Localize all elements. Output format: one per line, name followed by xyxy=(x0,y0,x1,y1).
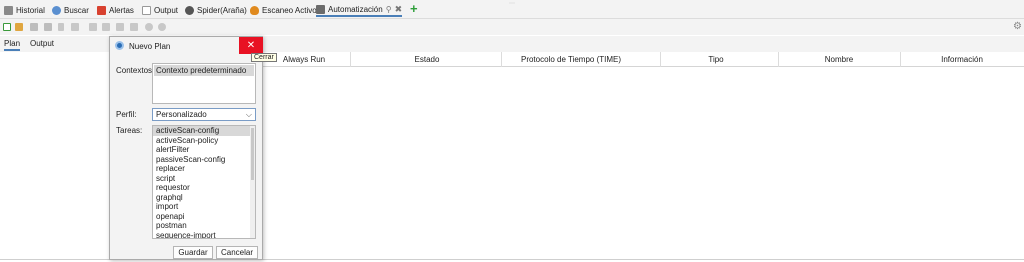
list-item[interactable]: alertFilter xyxy=(153,145,255,155)
scrollbar-thumb[interactable] xyxy=(251,128,254,180)
list-item[interactable]: graphql xyxy=(153,193,255,203)
tab-label: Escaneo Activo xyxy=(262,5,317,15)
column-divider[interactable] xyxy=(900,52,901,67)
column-header[interactable]: Protocolo de Tiempo (TIME) xyxy=(521,55,621,64)
profile-select[interactable]: Personalizado ⌵ xyxy=(152,108,256,121)
list-item[interactable]: postman xyxy=(153,221,255,231)
open-plan-icon[interactable] xyxy=(15,23,23,31)
drag-grip[interactable]: ⋯ xyxy=(509,0,515,7)
flag-icon xyxy=(97,5,106,15)
tasks-list[interactable]: activeScan-config activeScan-policy aler… xyxy=(152,125,256,239)
jobs-table-header: Always Run Estado Protocolo de Tiempo (T… xyxy=(262,52,1024,67)
list-item[interactable]: activeScan-policy xyxy=(153,136,255,146)
list-item[interactable]: sequence-import xyxy=(153,231,255,239)
list-item[interactable]: requestor xyxy=(153,183,255,193)
tab-output[interactable]: Output xyxy=(142,3,178,17)
gear-icon[interactable]: ⚙ xyxy=(1013,21,1022,32)
list-item[interactable]: replacer xyxy=(153,164,255,174)
robot-icon xyxy=(316,4,325,14)
list-item[interactable]: openapi xyxy=(153,212,255,222)
tab-label: Buscar xyxy=(64,5,89,15)
subtab-plan[interactable]: Plan xyxy=(4,39,21,51)
automation-window: ⋯ Historial Buscar Alertas Output Spider… xyxy=(0,0,1024,262)
list-item[interactable]: activeScan-config xyxy=(153,126,255,136)
save-icon[interactable] xyxy=(30,23,38,31)
fire-icon xyxy=(250,5,259,15)
move-down-icon[interactable] xyxy=(158,23,166,31)
column-header[interactable]: Información xyxy=(941,55,983,64)
contexts-label: Contextos: xyxy=(116,66,155,75)
column-header[interactable]: Always Run xyxy=(283,55,325,64)
tab-automatizacion[interactable]: Automatización ⚲ ✖ xyxy=(316,3,403,17)
contexts-list[interactable]: Contexto predeterminado xyxy=(152,63,256,104)
dialog-title: Nuevo Plan xyxy=(129,42,171,51)
save-as-icon[interactable] xyxy=(44,23,52,31)
tab-historial[interactable]: Historial xyxy=(4,3,45,17)
add-tab-icon[interactable]: + xyxy=(410,1,418,16)
tasks-label: Tareas: xyxy=(116,126,143,135)
tab-label: Spider(Araña) xyxy=(197,5,247,15)
tab-buscar[interactable]: Buscar xyxy=(52,3,89,17)
save-button[interactable]: Guardar xyxy=(173,246,213,259)
close-tab-icon[interactable]: ✖ xyxy=(395,4,403,15)
column-divider[interactable] xyxy=(660,52,661,67)
edit-job-icon[interactable] xyxy=(116,23,124,31)
history-icon xyxy=(4,5,13,15)
tab-alertas[interactable]: Alertas xyxy=(97,3,134,17)
list-item[interactable]: passiveScan-config xyxy=(153,155,255,165)
add-test-icon[interactable] xyxy=(130,23,138,31)
profile-value: Personalizado xyxy=(156,110,207,119)
column-divider[interactable] xyxy=(501,52,502,67)
output-icon xyxy=(142,5,151,15)
tab-escaneo-activo[interactable]: Escaneo Activo xyxy=(250,3,317,17)
profile-label: Perfil: xyxy=(116,110,137,119)
plan-toolbar: ⚙ xyxy=(0,19,1024,35)
tab-label: Alertas xyxy=(109,5,134,15)
column-header[interactable]: Tipo xyxy=(708,55,723,64)
list-item[interactable]: Contexto predeterminado xyxy=(154,65,254,76)
cancel-button[interactable]: Cancelar xyxy=(216,246,258,259)
column-header[interactable]: Nombre xyxy=(825,55,853,64)
column-divider[interactable] xyxy=(350,52,351,67)
chevron-down-icon: ⌵ xyxy=(245,110,252,119)
subtab-output[interactable]: Output xyxy=(30,39,54,48)
pin-icon[interactable]: ⚲ xyxy=(386,5,392,14)
tab-label: Historial xyxy=(16,5,45,15)
stop-icon[interactable] xyxy=(71,23,79,31)
close-button[interactable]: ✕ xyxy=(239,37,263,54)
search-icon xyxy=(52,5,61,15)
list-item[interactable]: import xyxy=(153,202,255,212)
column-header[interactable]: Estado xyxy=(415,55,440,64)
move-up-icon[interactable] xyxy=(145,23,153,31)
tab-label: Automatización xyxy=(328,4,383,14)
remove-job-icon[interactable] xyxy=(102,23,110,31)
list-item[interactable]: script xyxy=(153,174,255,184)
run-icon[interactable] xyxy=(58,23,64,31)
close-tooltip: Cerrar xyxy=(251,53,277,62)
add-job-icon[interactable] xyxy=(89,23,97,31)
tab-label: Output xyxy=(154,5,179,15)
app-logo-icon xyxy=(115,41,124,50)
tab-spider[interactable]: Spider(Araña) xyxy=(185,3,247,17)
column-divider[interactable] xyxy=(778,52,779,67)
spider-icon xyxy=(185,5,194,15)
dialog-title-bar[interactable]: Nuevo Plan ✕ xyxy=(110,37,263,55)
new-plan-icon[interactable] xyxy=(3,23,11,31)
tasks-scrollbar[interactable] xyxy=(250,126,255,238)
new-plan-dialog: Nuevo Plan ✕ Contextos: Contexto predete… xyxy=(109,36,263,260)
main-tab-bar: ⋯ Historial Buscar Alertas Output Spider… xyxy=(0,0,1024,19)
